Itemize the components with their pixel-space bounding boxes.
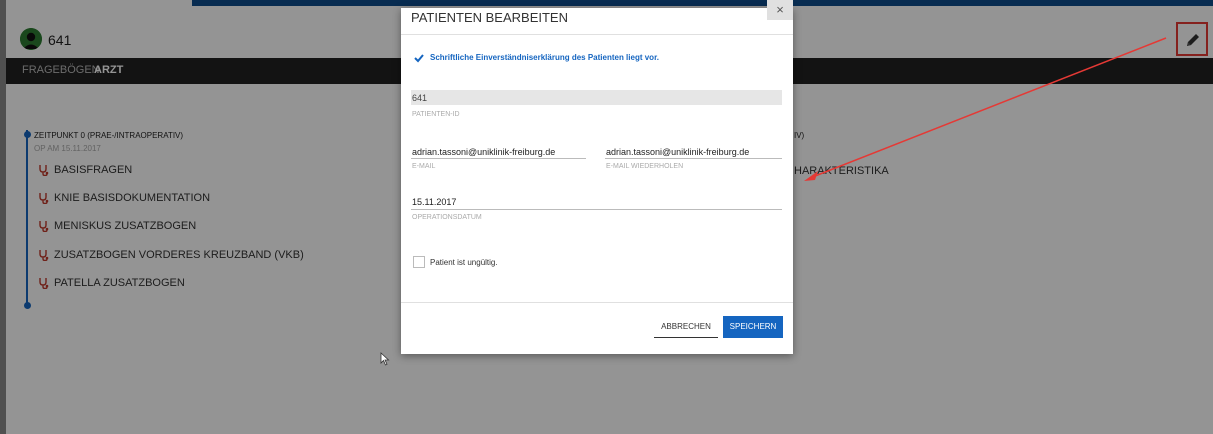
email-repeat-field[interactable]: adrian.tassoni@uniklinik-freiburg.de [606, 147, 749, 157]
dialog-title: PATIENTEN BEARBEITEN [411, 10, 568, 25]
op-date-label: OPERATIONSDATUM [412, 214, 482, 221]
consent-label: Schriftliche Einverständniserklärung des… [430, 53, 659, 62]
email-repeat-underline [605, 158, 782, 159]
checkmark-icon [414, 54, 424, 63]
patient-id-label: PATIENTEN-ID [412, 111, 460, 118]
email-repeat-label: E-MAIL WIEDERHOLEN [606, 163, 684, 170]
invalid-label: Patient ist ungültig. [430, 258, 498, 267]
email-field[interactable]: adrian.tassoni@uniklinik-freiburg.de [412, 147, 555, 157]
patient-id-field [411, 90, 782, 105]
email-label: E-MAIL [412, 163, 436, 170]
close-button[interactable]: × [767, 0, 793, 20]
mouse-cursor-icon [380, 352, 390, 366]
op-date-field[interactable]: 15.11.2017 [412, 197, 456, 207]
save-button[interactable]: SPEICHERN [723, 316, 783, 338]
cancel-button[interactable]: ABBRECHEN [654, 317, 718, 338]
divider [401, 302, 793, 303]
divider [401, 34, 793, 35]
consent-checkbox[interactable] [413, 52, 425, 64]
patient-id-value: 641 [412, 93, 428, 103]
email-underline [411, 158, 586, 159]
edit-patient-dialog: PATIENTEN BEARBEITEN × Schriftliche Einv… [401, 0, 793, 354]
op-date-underline [411, 209, 782, 210]
invalid-checkbox[interactable] [413, 256, 425, 268]
